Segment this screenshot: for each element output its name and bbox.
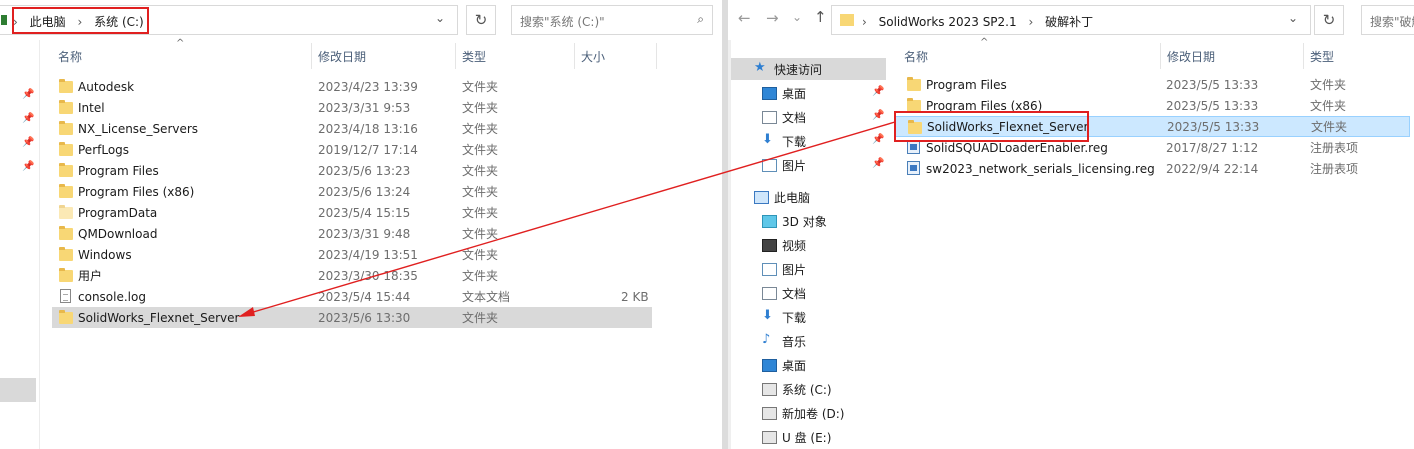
annotation-arrow — [238, 121, 896, 317]
